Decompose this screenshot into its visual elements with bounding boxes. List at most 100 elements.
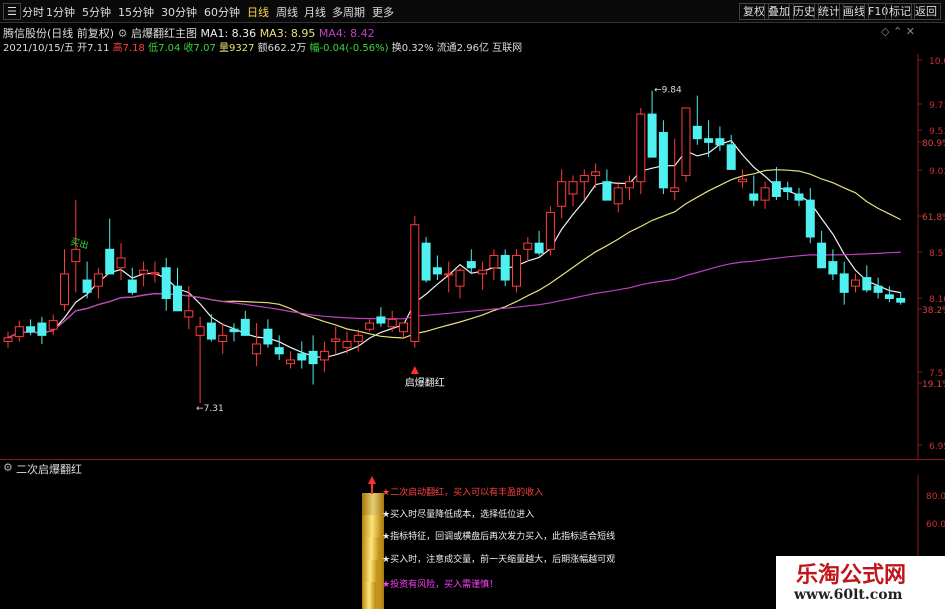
candle-up [523,242,533,250]
candle-down [794,193,804,201]
candle-down [308,350,318,365]
candle-up [545,211,555,250]
axis-tick-label: 61.8% [922,213,945,223]
candle-down [749,193,759,201]
candle-down [534,242,544,254]
sub-arrow-icon [368,476,376,484]
sub-panel-title: 二次启爆翻红 [16,463,82,476]
candle-down [26,326,36,333]
candle-down [805,199,815,238]
signal-arrow-icon [410,366,419,374]
candle-up [195,326,205,336]
signal-label: 启爆翻红 [405,376,445,389]
ma-lines [7,139,901,359]
sub-indicator: ★二次启动翻红，买入可以有丰盈的收入 ★买入时尽量降低成本，选择低位进入 ★指标特征… [362,476,615,609]
sub-note: ★买入时尽量降低成本，选择低位进入 [382,508,534,520]
candle-down [206,322,216,340]
candle-down [771,181,781,197]
sub-panel-header: ⚙ 二次启爆翻红 [0,459,945,476]
candles [3,90,906,403]
candle-down [105,248,115,275]
candle-up [116,257,126,269]
candle-up [71,248,81,263]
candle-up [218,334,228,343]
sub-note: ★投资有风险，买入需谨慎！ [382,578,498,590]
candle-up [851,279,860,287]
candle-up [613,187,623,205]
candle-down [726,144,736,170]
candle-down [466,261,476,269]
axis-tick-label: 9.51 [929,127,945,137]
high-annotation: ←9.84 [654,86,682,96]
axis-tick-label: 80.9% [922,139,945,149]
axis-tick-label: 10.09 [929,57,945,67]
axis-tick-label: 8.10 [929,295,945,305]
candle-up [365,322,375,330]
price-chart[interactable]: 10.09 9.71 9.51 80.9% 9.03 61.8% 8.57 8.1038.2%… [0,0,945,609]
candle-up [150,272,160,275]
candle-down [715,138,725,146]
candle-down [127,279,137,293]
candle-up [444,273,454,276]
candle-up [670,187,680,193]
candle-down [873,285,883,293]
candle-up [319,350,329,361]
candle-down [817,242,827,269]
candle-up [399,322,408,333]
candle-up [625,181,634,189]
watermark: 乐淘公式网 www.60lt.com [776,556,945,609]
axis-tick-label: 8.57 [929,249,945,259]
candle-up [512,254,521,287]
candle-up [591,171,601,177]
candle-down [884,294,894,299]
candle-down [783,187,793,193]
candle-down [240,318,250,336]
candle-up [3,337,13,343]
candle-down [704,138,714,143]
ma-line-ma4 [7,251,901,339]
annotations: ←9.84←7.31启爆翻红买出 [69,86,682,414]
low-annotation: ←7.31 [196,404,224,414]
candle-up [579,175,589,183]
sub-axis-tick-label: 60.00 [926,520,945,530]
candle-up [455,269,465,287]
candle-up [48,320,58,330]
candle-up [93,273,103,287]
sub-note: ★指标特征，回调或横盘后再次发力买入，此指标适合短线 [382,530,615,542]
candle-up [14,326,24,338]
candle-up [557,181,567,207]
candle-up [568,181,578,195]
axis-tick-label: 38.2% [922,306,945,316]
candle-up [139,269,149,275]
candle-up [252,343,262,355]
candle-down [862,277,872,291]
candle-down [896,297,906,303]
candle-down [82,279,92,293]
candle-down [839,273,849,293]
candle-down [658,132,668,189]
axis-tick-label: 7.57 [929,369,945,379]
sub-axis-tick-label: 80.00 [926,492,945,502]
candle-down [500,254,510,281]
candle-up [184,310,194,318]
axis-tick-label: 9.71 [929,101,945,111]
settings-icon[interactable]: ⚙ [3,461,13,474]
candle-up [60,273,69,306]
candle-down [421,242,431,281]
candle-down [274,347,284,355]
candle-up [387,318,397,328]
sub-note: ★买入时，注意成交量，前一天缩量越大，后期涨幅越可观 [382,553,615,565]
candle-down [376,316,386,324]
candle-up [342,341,352,349]
axis-tick-label: 9.03 [929,167,945,177]
candle-up [478,269,488,275]
candle-down [602,181,612,201]
candle-up [489,254,499,269]
signal-bar [362,582,376,609]
ma-line-ma1 [7,139,901,359]
watermark-url: www.60lt.com [794,587,903,603]
candle-down [297,353,307,361]
candle-down [263,328,273,345]
candle-up [286,359,295,365]
candle-up [636,113,646,183]
